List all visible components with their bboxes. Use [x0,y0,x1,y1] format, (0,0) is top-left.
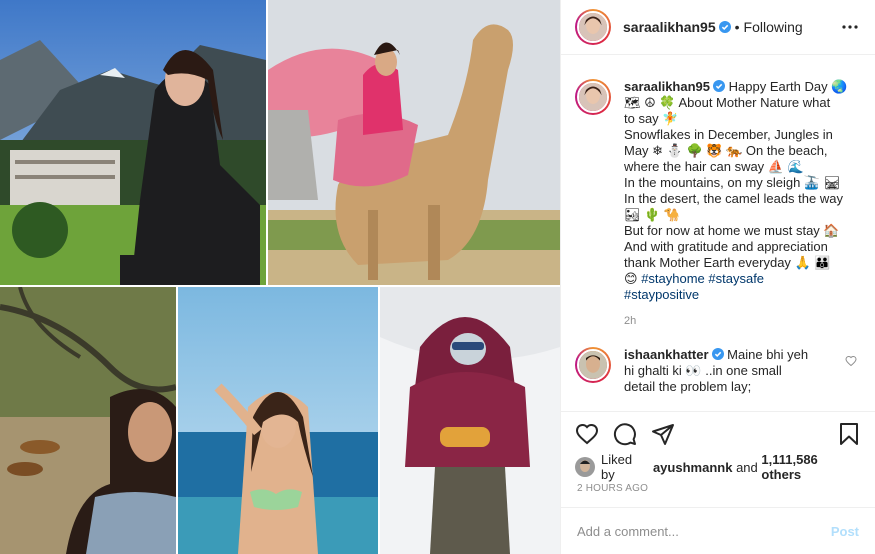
comment-text: ishaankhatter Maine bhi yeh hi ghalti ki… [624,347,822,395]
following-button[interactable]: Following [744,19,803,35]
hashtag-link[interactable]: #stayhome #staysafe [641,271,764,286]
photo-beach [178,287,378,554]
comment-input[interactable] [577,523,831,539]
post-side-panel: saraalikhan95 • Following saraalikhan95 … [560,0,875,554]
caption-line: thank Mother Earth everyday 🙏 👪 [624,255,831,270]
caption-line: to say 🧚 [624,111,679,126]
comments-list[interactable]: saraalikhan95 Happy Earth Day 🌏 🗺 ☮ 🍀 Ab… [561,56,875,411]
verified-badge-icon [711,348,724,360]
photo-snow [380,287,560,554]
likes-and: and [736,459,758,475]
caption-line: 🏜 🌵 🐪 [624,207,681,222]
comment-line: detail the problem lay; [624,379,752,394]
separator-dot: • [734,19,740,35]
caption-text: saraalikhan95 Happy Earth Day 🌏 🗺 ☮ 🍀 Ab… [624,79,854,303]
photo-forest-tigers [0,287,176,554]
likes-summary: Liked by ayushmannk and 1,111,586 others [561,452,875,482]
likes-count[interactable]: 1,111,586 others [761,452,861,482]
avatar[interactable] [575,9,611,45]
add-comment-bar: Post [561,507,875,554]
header-username[interactable]: saraalikhan95 [623,19,716,35]
caption-line: In the mountains, on my sleigh 🚠 🛤 [624,175,841,190]
more-options-icon[interactable] [841,18,859,36]
action-bar [561,412,875,456]
caption-line: Snowflakes in December, Jungles in [624,127,833,142]
hashtag-link[interactable]: #staypositive [624,287,854,303]
avatar[interactable] [575,347,611,383]
comment-item: ishaankhatter Maine bhi yeh hi ghalti ki… [575,347,861,395]
caption-line: 🗺 ☮ 🍀 About Mother Nature what [624,95,831,110]
comment-icon[interactable] [613,422,637,446]
caption-line: And with gratitude and appreciation [624,239,828,254]
instagram-post: saraalikhan95 • Following saraalikhan95 … [0,0,875,554]
caption-timestamp[interactable]: 2h [624,315,861,327]
bookmark-icon[interactable] [837,422,861,446]
verified-badge-icon [718,21,731,33]
comment-line: hi ghalti ki 👀 ..in one small [624,363,782,378]
liker-username[interactable]: ayushmannk [653,460,732,475]
likes-prefix: Liked by [600,452,633,482]
post-actions: Liked by ayushmannk and 1,111,586 others… [561,411,875,554]
caption-username[interactable]: saraalikhan95 [624,79,710,94]
post-image-collage[interactable] [0,0,560,554]
caption-line: 😊 [624,271,638,286]
caption-line: In the desert, the camel leads the way [624,191,843,206]
caption-line: where the hair can sway ⛵ 🌊 [624,159,804,174]
post-date[interactable]: 2 HOURS AGO [561,483,875,497]
caption-line: May ❄ ⛄ 🌳 🐯 🐅 On the beach, [624,143,828,158]
comment-line: Maine bhi yeh [727,347,809,362]
caption-line: Happy Earth Day 🌏 [728,79,848,94]
post-comment-button[interactable]: Post [831,524,859,539]
comment-like-heart-icon[interactable] [845,355,857,367]
photo-camel-desert [268,0,560,285]
comment-username[interactable]: ishaankhatter [624,347,709,362]
caption-line: But for now at home we must stay 🏠 [624,223,840,238]
share-icon[interactable] [651,422,675,446]
verified-badge-icon [713,80,726,92]
post-header: saraalikhan95 • Following [561,0,875,55]
caption: saraalikhan95 Happy Earth Day 🌏 🗺 ☮ 🍀 Ab… [575,56,861,303]
avatar[interactable] [575,79,611,115]
photo-mountains [0,0,266,285]
heart-icon[interactable] [575,422,599,446]
liker-avatar[interactable] [575,457,595,477]
